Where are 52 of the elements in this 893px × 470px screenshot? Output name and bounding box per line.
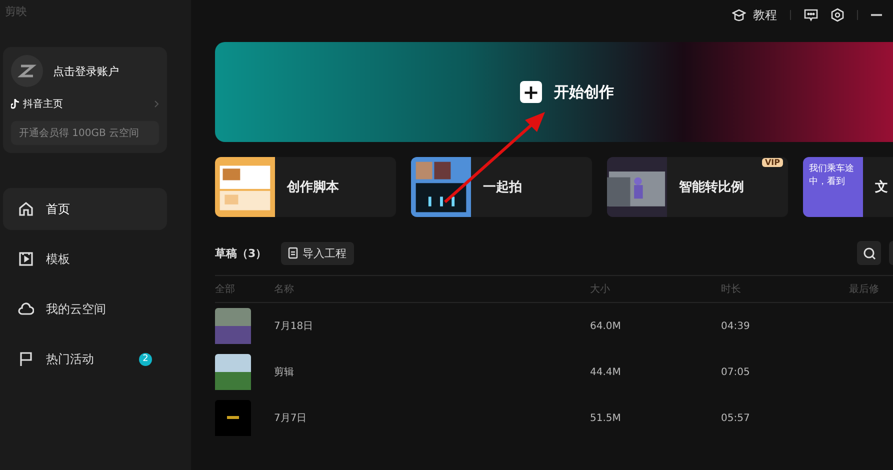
column-header: 最后修	[849, 282, 880, 296]
search-button[interactable]	[857, 241, 881, 265]
duration-cell-text: 07:05	[721, 366, 751, 378]
column-header: 全部	[215, 282, 236, 296]
graduation-cap-icon[interactable]	[732, 8, 746, 22]
avatar-icon	[11, 55, 43, 87]
tutorial-link[interactable]: 教程	[753, 6, 777, 24]
nav-item[interactable]: 热门活动 2	[3, 338, 167, 380]
search-icon	[862, 246, 876, 260]
tool-card[interactable]: 我们乘车途中，看到 文	[803, 157, 893, 217]
tool-label: 智能转比例	[679, 179, 744, 196]
chevron-icon	[154, 100, 159, 108]
thumbnail: 我们乘车途中，看到	[803, 157, 863, 217]
tool-label: 一起拍	[483, 179, 522, 196]
duration-cell-text: 05:57	[721, 412, 751, 424]
settings-icon[interactable]	[831, 8, 844, 22]
drafts-title: 草稿（3）	[215, 246, 267, 260]
draft-name: 7月7日	[274, 412, 308, 425]
home-icon	[18, 201, 34, 217]
column-header: 时长	[721, 282, 742, 296]
nav-item[interactable]: 模板	[3, 238, 167, 280]
column-header: 大小	[590, 282, 611, 296]
douyin-link[interactable]: 抖音主页	[23, 97, 150, 111]
duration-cell-text: 04:39	[721, 320, 751, 332]
flag-icon	[18, 351, 34, 367]
tool-label: 文	[875, 178, 888, 196]
import-project-button[interactable]: 导入工程	[280, 242, 354, 264]
chat-icon[interactable]	[804, 8, 818, 22]
vip-promo-button[interactable]: 开通会员得 100GB 云空间	[11, 121, 159, 145]
music-note-icon	[11, 99, 19, 109]
login-link[interactable]: 点击登录账户	[53, 64, 119, 78]
size-cell-text: 51.5M	[590, 412, 622, 424]
template-icon	[18, 251, 34, 267]
plus-icon: +	[520, 81, 542, 103]
draft-name: 7月18日	[274, 320, 314, 333]
tool-label: 创作脚本	[287, 179, 339, 196]
size-cell-text: 64.0M	[590, 320, 622, 332]
tool-card[interactable]: 智能转比例 VIP	[607, 157, 788, 217]
tool-card[interactable]: 一起拍	[411, 157, 592, 217]
vip-badge: VIP	[762, 158, 783, 167]
nav-item[interactable]: 首页	[3, 188, 167, 230]
app-title: 剪映	[5, 6, 28, 18]
draft-name: 剪辑	[274, 366, 295, 379]
size-cell-text: 44.4M	[590, 366, 622, 378]
notification-badge: 2	[139, 352, 152, 366]
cloud-icon	[18, 301, 34, 317]
document-icon	[288, 247, 298, 259]
column-header: 名称	[274, 283, 295, 296]
tool-card[interactable]: 创作脚本	[215, 157, 396, 217]
start-creating-banner[interactable]: + 开始创作	[215, 42, 893, 142]
start-creating-label: 开始创作	[554, 82, 614, 102]
nav-item[interactable]: 我的云空间	[3, 288, 167, 330]
